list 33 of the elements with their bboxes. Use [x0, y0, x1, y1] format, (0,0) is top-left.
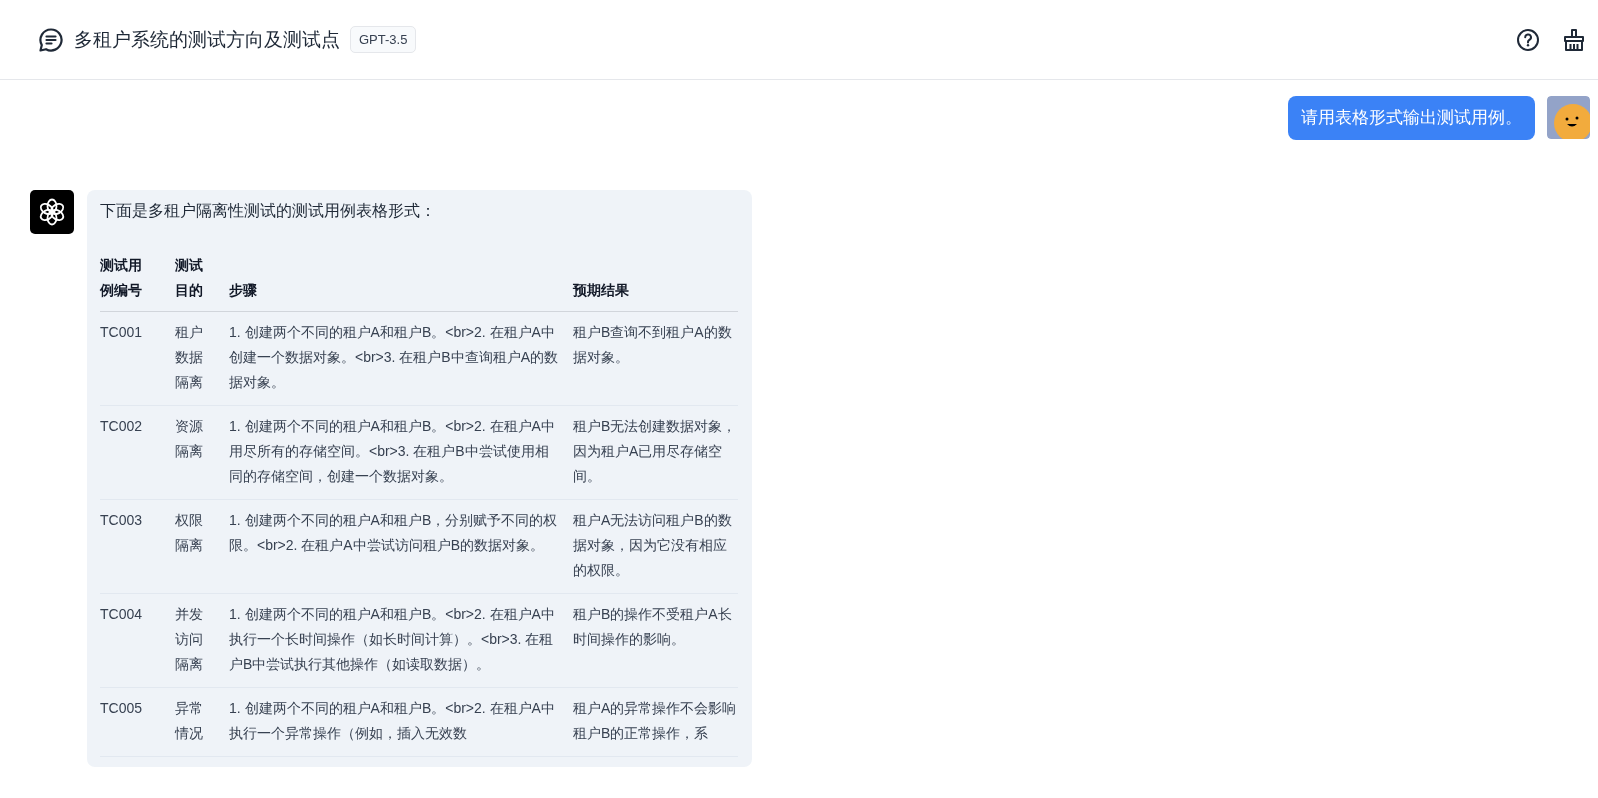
table-cell-text: TC001	[100, 323, 144, 342]
conversation-title: 多租户系统的测试方向及测试点	[74, 27, 340, 52]
table-cell-text: 1. 创建两个不同的租户A和租户B。<br>2. 在租户A中创建一个数据对象。<br>3. 在租户B中查询租户A的数据对象。	[229, 323, 559, 392]
table-cell-text: 租户A的异常操作不会影响租户B的正常操作，系	[573, 699, 738, 743]
table-cell-text: 租户数据隔离	[175, 323, 204, 392]
table-cell-text: 异常情况	[175, 699, 204, 743]
broom-button[interactable]	[1562, 27, 1586, 52]
table-cell-text: 资源隔离	[175, 417, 204, 461]
table-cell-text: 租户B的操作不受租户A长时间操作的影响。	[573, 605, 733, 649]
table-cell-text: 权限隔离	[175, 511, 204, 555]
message-text: 下面是多租户隔离性测试的测试用例表格形式：	[100, 201, 437, 221]
table-cell-text: TC005	[100, 699, 144, 718]
table-cell-text: 租户B查询不到租户A的数据对象。	[573, 323, 733, 367]
knot-logo-icon	[38, 198, 66, 226]
chat-bubble-icon	[38, 26, 64, 53]
table-cell-text: TC004	[100, 605, 144, 624]
table-cell-text: 租户A无法访问租户B的数据对象，因为它没有相应的权限。	[573, 511, 733, 580]
column-header: 测试用例编号	[100, 256, 143, 300]
table-cell-text: TC002	[100, 417, 144, 436]
user-message: 请用表格形式输出测试用例。	[1288, 96, 1535, 140]
column-header: 步骤	[229, 281, 258, 300]
table-cell-text: 租户B无法创建数据对象，因为租户A已用尽存储空间。	[573, 417, 738, 486]
table-cell-text: 1. 创建两个不同的租户A和租户B。<br>2. 在租户A中执行一个异常操作（例如，插入无效数	[229, 699, 556, 743]
table-cell-text: TC003	[100, 511, 144, 530]
table-cell-text: 1. 创建两个不同的租户A和租户B，分别赋予不同的权限。<br>2. 在租户A中尝试访问租户B的数据对象。	[229, 511, 559, 555]
table-cell-text: 并发访问隔离	[175, 605, 204, 674]
avatar-icon	[1547, 96, 1590, 139]
table-cell-text: 1. 创建两个不同的租户A和租户B。<br>2. 在租户A中执行一个长时间操作（如长时间计算）。<br>3. 在租户B中尝试执行其他操作（如读取数据）。	[229, 605, 556, 674]
column-header: 预期结果	[573, 281, 630, 300]
column-header: 测试目的	[175, 256, 204, 300]
model-badge: GPT-3.5	[350, 26, 417, 53]
table-cell-text: 1. 创建两个不同的租户A和租户B。<br>2. 在租户A中用尽所有的存储空间。<br>3. 在租户B中尝试使用相同的存储空间，创建一个数据对象。	[229, 417, 556, 486]
help-button[interactable]	[1516, 27, 1540, 52]
